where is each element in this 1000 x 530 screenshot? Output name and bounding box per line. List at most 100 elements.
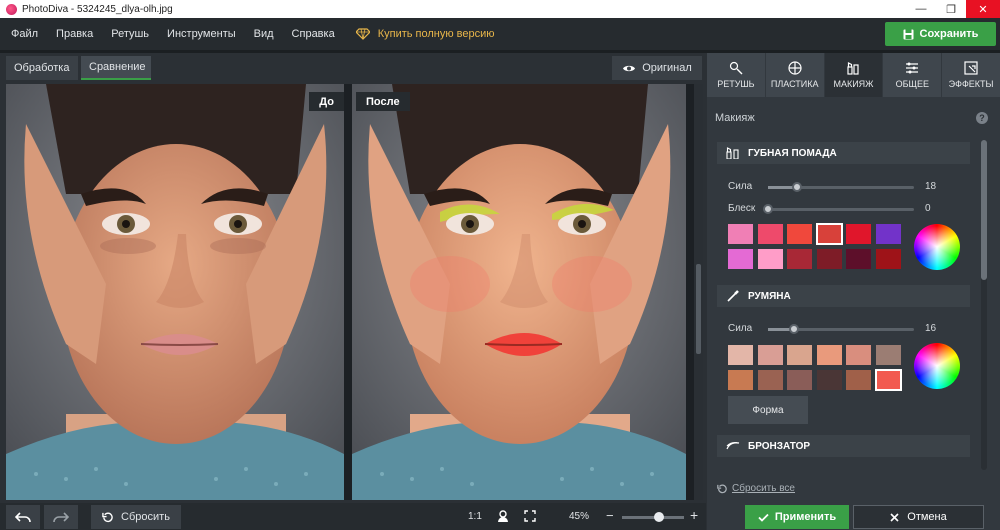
lipstick-gloss-slider[interactable] [763,204,914,214]
lipstick-strength-value: 18 [925,181,937,192]
tab-retouch-label: РЕТУШЬ [717,79,755,89]
menu-tools[interactable]: Инструменты [156,28,243,40]
blush-swatch[interactable] [846,370,871,390]
minimize-button[interactable]: — [906,0,936,18]
blush-swatch[interactable] [757,370,783,390]
floppy-icon [903,29,914,39]
lipstick-swatch[interactable] [787,249,812,269]
app-logo-icon [6,3,17,15]
person-icon[interactable] [497,510,509,522]
lipstick-icon [847,62,860,75]
lipstick-swatch[interactable] [757,224,783,244]
after-photo: После [352,84,686,500]
reset-all-label: Сбросить все [732,483,795,494]
lipstick-swatch[interactable] [815,223,843,245]
shape-button[interactable]: Форма [728,396,808,424]
cancel-button[interactable]: Отмена [853,505,984,529]
blush-swatch[interactable] [875,345,901,365]
lipstick-color-wheel[interactable] [914,224,960,270]
apply-label: Применить [774,511,837,523]
menu-view[interactable]: Вид [243,28,281,40]
tab-general[interactable]: ОБЩЕЕ [883,53,942,97]
actual-size-button[interactable]: 1:1 [468,511,482,522]
blush-swatch[interactable] [728,370,753,390]
undo-icon [15,512,31,522]
lipstick-swatch[interactable] [875,249,901,269]
lipstick-swatch[interactable] [816,249,842,269]
zoom-slider[interactable] [622,512,684,522]
blush-swatch[interactable] [728,345,753,365]
blush-swatch[interactable] [787,345,812,365]
lipstick-swatch[interactable] [728,249,753,269]
blush-strength-label: Сила [728,323,753,334]
effects-icon [964,61,978,75]
menu-edit[interactable]: Правка [45,28,100,40]
lipstick-icon [726,147,739,159]
redo-icon [53,512,69,522]
buy-full-version-link[interactable]: Купить полную версию [355,28,495,40]
zoom-in-button[interactable]: + [690,507,698,523]
undo-button[interactable] [6,505,40,529]
cancel-label: Отмена [907,511,947,523]
blush-swatch[interactable] [816,345,842,365]
lipstick-swatch[interactable] [846,224,871,244]
blush-swatch[interactable] [874,369,902,391]
menu-retouch[interactable]: Ретушь [100,28,156,40]
blush-color-wheel[interactable] [914,343,960,389]
original-button[interactable]: Оригинал [612,56,702,80]
blush-swatch[interactable] [787,370,812,390]
reset-icon [717,483,727,493]
lipstick-strength-slider[interactable] [768,182,914,192]
lipstick-swatch[interactable] [875,224,901,244]
maximize-button[interactable]: ❐ [936,0,966,18]
reset-icon [102,512,113,522]
blush-swatch[interactable] [846,345,871,365]
save-label: Сохранить [919,28,979,40]
tab-effects[interactable]: ЭФФЕКТЫ [942,53,1000,97]
buy-full-version-label: Купить полную версию [377,28,495,40]
tab-makeup-label: МАКИЯЖ [833,79,874,89]
lipstick-swatch[interactable] [757,249,783,269]
close-window-button[interactable]: ✕ [966,0,1000,18]
blush-strength-slider[interactable] [768,324,914,334]
blush-swatch[interactable] [757,345,783,365]
panel-tabs: РЕТУШЬ ПЛАСТИКА МАКИЯЖ ОБЩЕЕ ЭФФЕКТЫ [707,53,1000,97]
fit-screen-icon[interactable] [524,510,536,522]
lipstick-gloss-handle[interactable] [763,204,773,214]
redo-button[interactable] [44,505,78,529]
tab-makeup[interactable]: МАКИЯЖ [824,53,883,97]
close-icon [890,512,899,522]
blush-group-header[interactable]: РУМЯНА [717,285,970,307]
menu-help[interactable]: Справка [281,28,342,40]
reset-label: Сбросить [121,511,170,523]
reset-button[interactable]: Сбросить [91,505,181,529]
tab-retouch[interactable]: РЕТУШЬ [707,53,765,97]
viewer-scrollbar[interactable] [694,84,703,500]
help-icon[interactable]: ? [976,112,988,124]
original-label: Оригинал [642,62,692,74]
lipstick-gloss-value: 0 [925,203,931,214]
tab-plastic[interactable]: ПЛАСТИКА [765,53,824,97]
tab-compare[interactable]: Сравнение [81,56,151,80]
menu-file[interactable]: Файл [0,28,45,40]
eye-icon [623,65,636,71]
save-button[interactable]: Сохранить [885,22,996,46]
apply-button[interactable]: Применить [745,505,849,529]
reset-all-link[interactable]: Сбросить все [717,483,795,494]
blush-swatch[interactable] [816,370,842,390]
zoom-out-button[interactable]: − [606,508,614,523]
zoom-value: 45% [569,511,590,522]
zoom-slider-handle[interactable] [654,512,664,522]
tab-processing[interactable]: Обработка [6,56,78,80]
lipstick-swatch[interactable] [846,249,871,269]
lipstick-swatch[interactable] [728,224,753,244]
panel-scrollbar[interactable] [981,140,987,470]
lipstick-swatch[interactable] [787,224,812,244]
bronzer-group-header[interactable]: БРОНЗАТОР [717,435,970,457]
menu-bar: Файл Правка Ретушь Инструменты Вид Справ… [0,18,1000,50]
blush-title: РУМЯНА [748,290,791,302]
lipstick-strength-label: Сила [728,181,753,192]
lipstick-title: ГУБНАЯ ПОМАДА [748,147,837,159]
image-viewer[interactable]: До После [6,84,703,500]
lipstick-group-header[interactable]: ГУБНАЯ ПОМАДА [717,142,970,164]
